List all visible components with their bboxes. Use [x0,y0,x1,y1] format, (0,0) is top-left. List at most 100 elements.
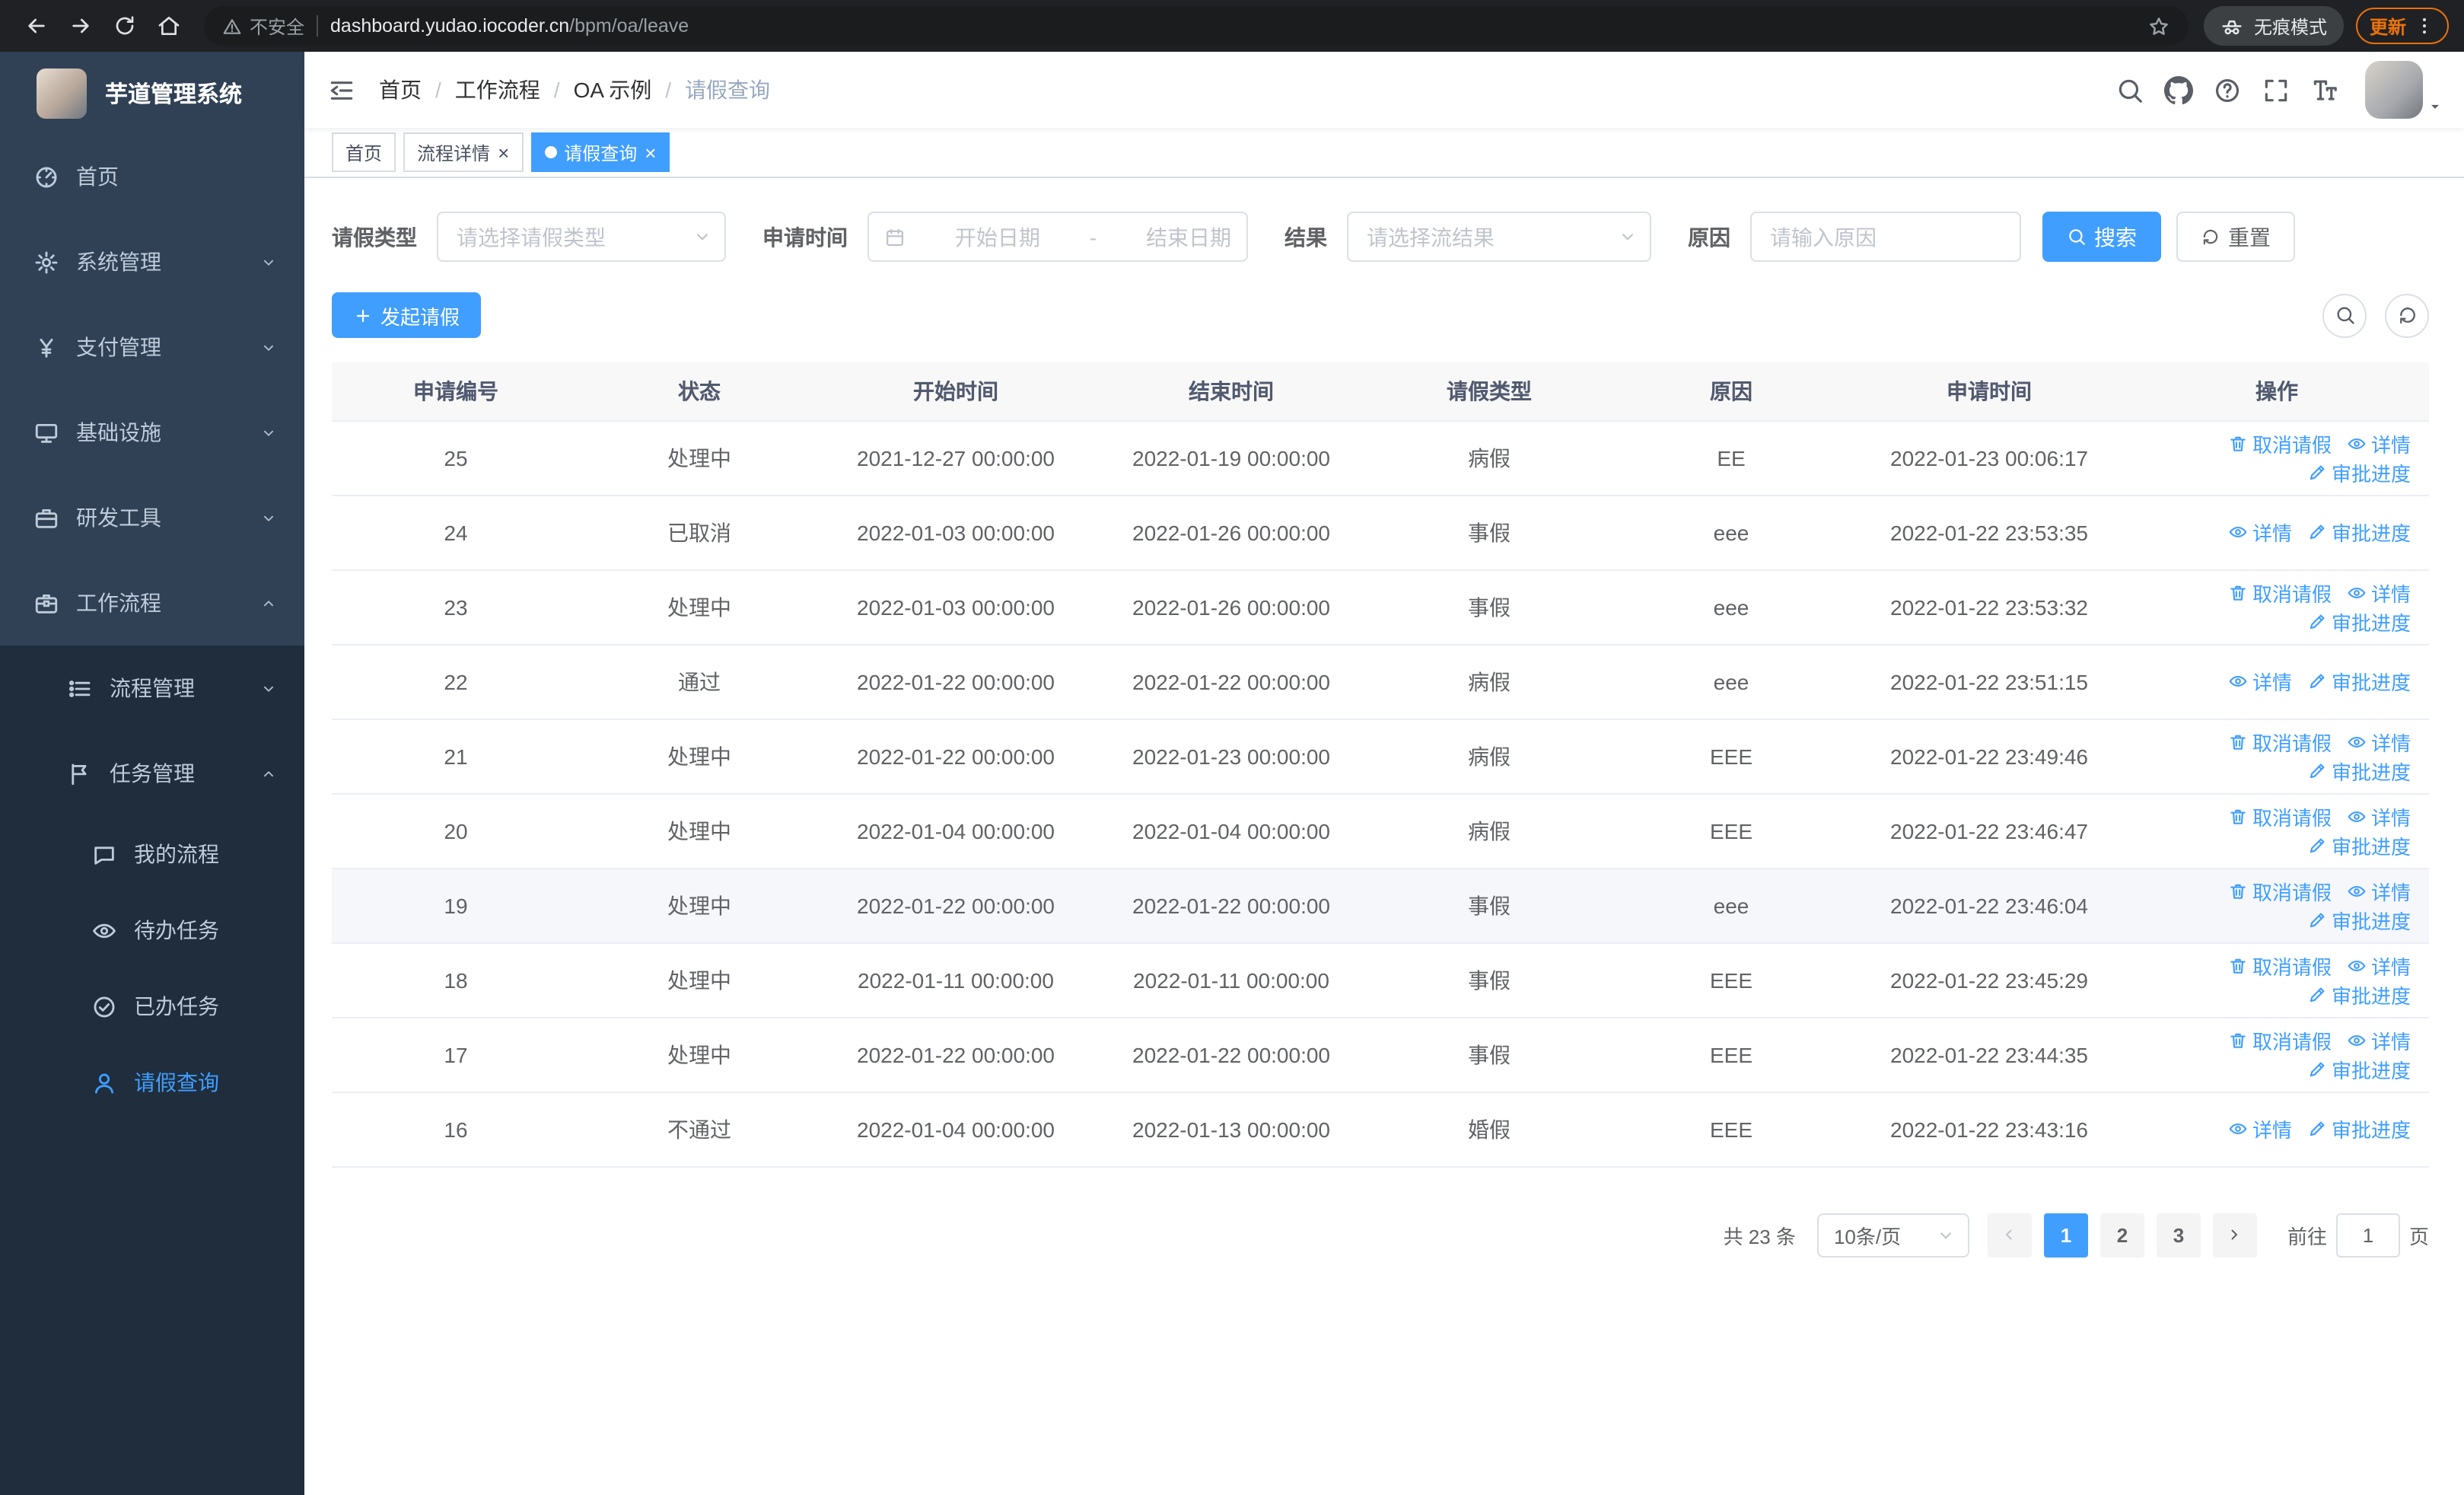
search-icon[interactable] [2115,75,2144,104]
audit-progress-link[interactable]: 审批进度 [2307,980,2411,1009]
sidebar-item-my-process[interactable]: 我的流程 [0,816,304,892]
browser-menu-icon[interactable] [2414,15,2435,37]
avatar-image [2365,61,2423,119]
audit-progress-link[interactable]: 审批进度 [2307,667,2411,696]
audit-progress-link-label: 审批进度 [2331,910,2411,932]
cancel-leave-link[interactable]: 取消请假 [2228,429,2332,457]
search-button[interactable]: 搜索 [2042,212,2161,262]
cancel-leave-link[interactable]: 取消请假 [2228,802,2332,830]
browser-back-icon[interactable] [15,5,56,46]
refresh-table-button[interactable] [2385,293,2429,337]
sidebar-item-todo-tasks[interactable]: 待办任务 [0,892,304,968]
browser-home-icon[interactable] [148,5,189,46]
audit-progress-link-label: 审批进度 [2331,462,2411,485]
security-chip[interactable]: 不安全 [222,13,304,39]
goto-page-input[interactable] [2335,1213,2400,1257]
table-row-16: 16 不通过 2022-01-04 00:00:00 2022-01-13 00:00… [332,1092,2429,1167]
next-page-button[interactable] [2212,1213,2257,1257]
trash-icon [2228,955,2248,975]
detail-link[interactable]: 详情 [2347,802,2411,830]
bookmark-star-icon[interactable] [2147,14,2170,37]
sidebar-item-task-management[interactable]: 任务管理 [0,731,304,816]
cancel-leave-link[interactable]: 取消请假 [2228,951,2332,980]
cell-start-time: 2022-01-04 00:00:00 [819,1092,1093,1167]
audit-progress-link[interactable]: 审批进度 [2307,830,2411,859]
cell-status: 处理中 [580,569,819,645]
browser-update-button[interactable]: 更新 [2355,8,2449,44]
reason-input[interactable] [1750,212,2021,262]
cancel-leave-link[interactable]: 取消请假 [2228,876,2332,905]
detail-link[interactable]: 详情 [2228,518,2292,547]
cell-apply-time: 2022-01-22 23:53:35 [1854,495,2125,570]
detail-link[interactable]: 详情 [2347,578,2411,607]
page-button-1[interactable]: 1 [2043,1213,2088,1257]
help-icon[interactable] [2213,75,2242,104]
detail-link[interactable]: 详情 [2228,1114,2292,1143]
browser-forward-icon[interactable] [59,5,100,46]
sidebar-item-leave-query[interactable]: 请假查询 [0,1044,304,1120]
detail-link[interactable]: 详情 [2347,876,2411,905]
apply-time-range-picker[interactable]: 开始日期 - 结束日期 [867,212,1248,262]
table-row-23: 23 处理中 2022-01-03 00:00:00 2022-01-26 00:00… [332,569,2429,645]
sidebar-item-payment[interactable]: 支付管理 [0,304,304,390]
address-bar[interactable]: 不安全 dashboard.yudao.iocoder.cn/bpm/oa/le… [204,6,2189,46]
close-icon[interactable]: × [498,142,509,162]
detail-link[interactable]: 详情 [2347,727,2411,756]
breadcrumb-item[interactable]: OA 示例 [574,75,652,105]
font-size-icon[interactable] [2310,75,2339,104]
tab-home[interactable]: 首页 [332,132,396,172]
sidebar-item-home[interactable]: 首页 [0,134,304,219]
cell-status: 处理中 [580,942,819,1018]
leave-type-select[interactable]: 请选择请假类型 [437,212,726,262]
cancel-leave-link-label: 取消请假 [2252,1030,2332,1053]
edit-icon [2307,760,2327,780]
audit-progress-link[interactable]: 审批进度 [2307,1054,2411,1083]
cancel-leave-link[interactable]: 取消请假 [2228,578,2332,607]
page-size-select[interactable]: 10条/页 [1816,1213,1969,1257]
sidebar-item-dev-tools[interactable]: 研发工具 [0,475,304,560]
app-logo[interactable]: 芋道管理系统 [0,52,304,134]
create-leave-button[interactable]: 发起请假 [332,292,482,338]
audit-progress-link[interactable]: 审批进度 [2307,518,2411,547]
detail-link[interactable]: 详情 [2347,1025,2411,1054]
audit-progress-link[interactable]: 审批进度 [2307,756,2411,785]
user-avatar[interactable] [2365,61,2443,119]
page-unit: 页 [2408,1225,2429,1248]
tab-leave-query[interactable]: 请假查询 × [530,132,670,172]
sidebar-item-infrastructure[interactable]: 基础设施 [0,390,304,475]
page-button-3[interactable]: 3 [2156,1213,2201,1257]
close-icon[interactable]: × [645,142,656,162]
detail-link[interactable]: 详情 [2228,667,2292,696]
sidebar-item-workflow[interactable]: 工作流程 [0,560,304,645]
sidebar-item-process-management[interactable]: 流程管理 [0,645,304,731]
logo-image [37,68,87,118]
detail-link[interactable]: 详情 [2347,951,2411,980]
audit-progress-link[interactable]: 审批进度 [2307,905,2411,934]
toggle-search-button[interactable] [2322,293,2367,337]
audit-progress-link-label: 审批进度 [2331,835,2411,858]
cancel-leave-link[interactable]: 取消请假 [2228,1025,2332,1054]
cell-leave-type: 事假 [1370,1017,1609,1092]
cell-reason: eee [1609,569,1854,645]
sidebar-toggle-icon[interactable] [304,75,379,104]
breadcrumb-separator: / [435,78,441,102]
sidebar-item-done-tasks[interactable]: 已办任务 [0,968,304,1044]
page-button-2[interactable]: 2 [2099,1213,2144,1257]
result-select[interactable]: 请选择流结果 [1347,212,1651,262]
detail-link[interactable]: 详情 [2347,429,2411,457]
reset-button[interactable]: 重置 [2176,212,2295,262]
edit-icon [2307,462,2327,482]
detail-link-label: 详情 [2370,1030,2411,1053]
fullscreen-icon[interactable] [2262,75,2291,104]
sidebar-item-system[interactable]: 系统管理 [0,219,304,304]
tab-process-detail[interactable]: 流程详情 × [403,132,524,172]
audit-progress-link[interactable]: 审批进度 [2307,457,2411,486]
breadcrumb-item[interactable]: 首页 [379,75,422,105]
audit-progress-link[interactable]: 审批进度 [2307,607,2411,636]
breadcrumb-item[interactable]: 工作流程 [455,75,540,105]
github-icon[interactable] [2164,75,2193,104]
audit-progress-link[interactable]: 审批进度 [2307,1114,2411,1143]
cancel-leave-link[interactable]: 取消请假 [2228,727,2332,756]
cell-apply-id: 21 [332,719,580,794]
browser-reload-icon[interactable] [103,5,145,46]
